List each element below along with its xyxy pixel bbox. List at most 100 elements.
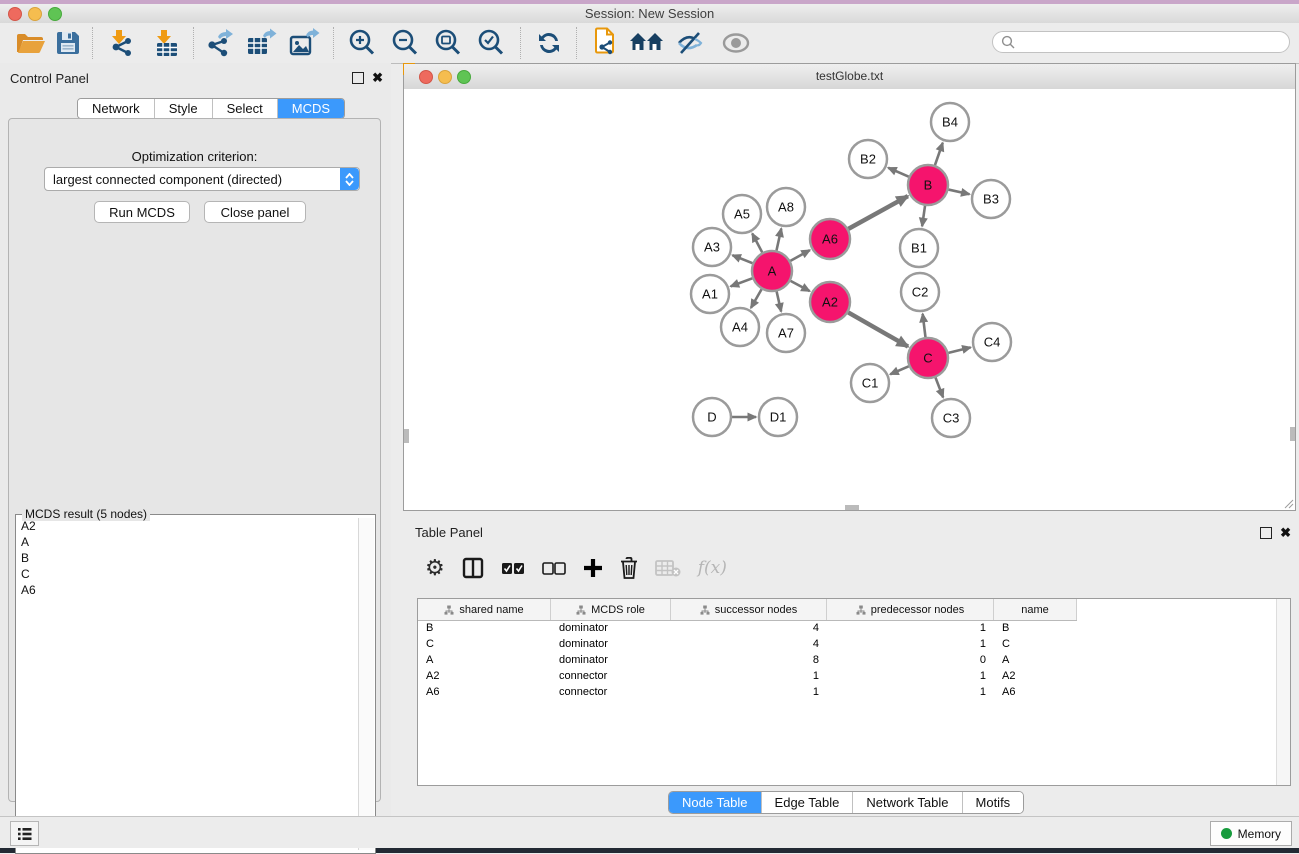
graph-node-D[interactable]: D xyxy=(693,398,731,436)
maximize-window-button[interactable] xyxy=(48,7,62,21)
graph-edge-C-C4[interactable] xyxy=(948,347,970,353)
table-settings-icon[interactable]: ⚙ xyxy=(425,557,445,579)
graph-node-C[interactable]: C xyxy=(908,338,948,378)
save-session-icon[interactable] xyxy=(48,26,88,60)
network-canvas[interactable]: AA1A2A3A4A5A6A7A8BB1B2B3B4CC1C2C3C4DD1 xyxy=(404,89,1295,510)
import-network-icon[interactable] xyxy=(101,26,141,60)
graph-node-A3[interactable]: A3 xyxy=(693,228,731,266)
zoom-in-icon[interactable] xyxy=(342,26,382,60)
graph-node-A6[interactable]: A6 xyxy=(810,219,850,259)
graph-node-A4[interactable]: A4 xyxy=(721,308,759,346)
table-row[interactable]: A6connector11A6 xyxy=(418,684,1077,700)
graph-edge-A-A1[interactable] xyxy=(731,278,753,286)
result-list-item[interactable]: B xyxy=(16,550,357,566)
graph-node-A5[interactable]: A5 xyxy=(723,195,761,233)
mcds-result-list[interactable]: A2ABCA6 xyxy=(16,518,357,850)
graph-node-D1[interactable]: D1 xyxy=(759,398,797,436)
column-header[interactable]: MCDS role xyxy=(551,599,671,620)
table-row[interactable]: Bdominator41B xyxy=(418,620,1077,636)
graph-node-C4[interactable]: C4 xyxy=(973,323,1011,361)
left-scroll-indicator[interactable] xyxy=(404,429,409,443)
table-scrollbar[interactable] xyxy=(1276,599,1290,785)
tab-motifs[interactable]: Motifs xyxy=(963,792,1024,813)
column-header[interactable]: shared name xyxy=(418,599,551,620)
column-header[interactable]: successor nodes xyxy=(671,599,827,620)
graph-edge-C-C2[interactable] xyxy=(923,314,926,337)
minimize-window-button[interactable] xyxy=(28,7,42,21)
float-panel-icon[interactable] xyxy=(352,72,364,84)
graph-edge-A-A5[interactable] xyxy=(752,233,762,252)
graph-node-B[interactable]: B xyxy=(908,165,948,205)
export-image-icon[interactable] xyxy=(284,26,324,60)
import-table-icon[interactable] xyxy=(146,26,186,60)
table-row[interactable]: A2connector11A2 xyxy=(418,668,1077,684)
result-list-item[interactable]: A6 xyxy=(16,582,357,598)
result-scrollbar[interactable] xyxy=(358,518,374,850)
search-input[interactable] xyxy=(1015,34,1289,50)
network-window-titlebar[interactable]: testGlobe.txt xyxy=(404,64,1295,90)
tab-style[interactable]: Style xyxy=(155,99,213,118)
float-panel-icon[interactable] xyxy=(1260,527,1272,539)
show-columns-icon[interactable] xyxy=(462,557,484,579)
bottom-scroll-indicator[interactable] xyxy=(845,505,859,510)
tab-mcds[interactable]: MCDS xyxy=(278,99,344,118)
graph-node-B2[interactable]: B2 xyxy=(849,140,887,178)
tab-edge-table[interactable]: Edge Table xyxy=(762,792,854,813)
graph-node-B4[interactable]: B4 xyxy=(931,103,969,141)
close-panel-button[interactable]: Close panel xyxy=(204,201,306,223)
tab-network[interactable]: Network xyxy=(78,99,155,118)
graph-edge-A-A2[interactable] xyxy=(791,281,810,291)
graph-edge-C-C3[interactable] xyxy=(936,378,944,398)
new-network-from-selection-icon[interactable] xyxy=(587,26,627,60)
graph-edge-A-A7[interactable] xyxy=(777,291,782,311)
right-scroll-indicator[interactable] xyxy=(1290,427,1295,441)
graph-node-C3[interactable]: C3 xyxy=(932,399,970,437)
run-mcds-button[interactable]: Run MCDS xyxy=(94,201,190,223)
graph-edge-A2-C[interactable] xyxy=(848,312,908,346)
graph-node-A7[interactable]: A7 xyxy=(767,314,805,352)
network-close-button[interactable] xyxy=(419,70,433,84)
memory-button[interactable]: Memory xyxy=(1210,821,1292,846)
node-table[interactable]: shared nameMCDS rolesuccessor nodesprede… xyxy=(417,598,1291,786)
close-panel-icon[interactable]: ✖ xyxy=(372,73,383,83)
graph-node-B1[interactable]: B1 xyxy=(900,229,938,267)
column-header[interactable]: name xyxy=(994,599,1077,620)
graph-edge-A6-B[interactable] xyxy=(848,196,907,229)
graph-node-C2[interactable]: C2 xyxy=(901,273,939,311)
graph-edge-A-A8[interactable] xyxy=(776,228,781,250)
graph-edge-B-B4[interactable] xyxy=(935,143,943,165)
graph-edge-C-C1[interactable] xyxy=(890,366,909,374)
add-column-icon[interactable] xyxy=(583,558,603,578)
delete-column-icon[interactable] xyxy=(620,557,638,579)
network-maximize-button[interactable] xyxy=(457,70,471,84)
refresh-icon[interactable] xyxy=(529,26,569,60)
graph-node-B3[interactable]: B3 xyxy=(972,180,1010,218)
graph-node-C1[interactable]: C1 xyxy=(851,364,889,402)
graph-node-A2[interactable]: A2 xyxy=(810,282,850,322)
export-network-icon[interactable] xyxy=(199,26,239,60)
graph-edge-A-A6[interactable] xyxy=(790,250,809,261)
graph-edge-B-B3[interactable] xyxy=(948,190,969,195)
zoom-selected-icon[interactable] xyxy=(471,26,511,60)
home-icon[interactable] xyxy=(627,26,667,60)
deselect-all-icon[interactable] xyxy=(542,562,566,575)
network-minimize-button[interactable] xyxy=(438,70,452,84)
select-stepper-icon[interactable] xyxy=(340,168,359,190)
column-header[interactable]: predecessor nodes xyxy=(827,599,994,620)
optimization-criterion-select[interactable]: largest connected component (directed) xyxy=(44,167,360,191)
zoom-fit-icon[interactable] xyxy=(428,26,468,60)
open-session-icon[interactable] xyxy=(10,26,50,60)
window-resize-grip[interactable] xyxy=(1283,498,1294,509)
result-list-item[interactable]: A2 xyxy=(16,518,357,534)
result-list-item[interactable]: A xyxy=(16,534,357,550)
hide-details-icon[interactable] xyxy=(670,26,710,60)
search-field[interactable] xyxy=(992,31,1290,53)
tab-network-table[interactable]: Network Table xyxy=(853,792,962,813)
table-row[interactable]: Adominator80A xyxy=(418,652,1077,668)
close-window-button[interactable] xyxy=(8,7,22,21)
result-list-item[interactable]: C xyxy=(16,566,357,582)
select-all-icon[interactable] xyxy=(501,562,525,575)
table-row[interactable]: Cdominator41C xyxy=(418,636,1077,652)
graph-node-A1[interactable]: A1 xyxy=(691,275,729,313)
task-history-button[interactable] xyxy=(10,821,39,846)
